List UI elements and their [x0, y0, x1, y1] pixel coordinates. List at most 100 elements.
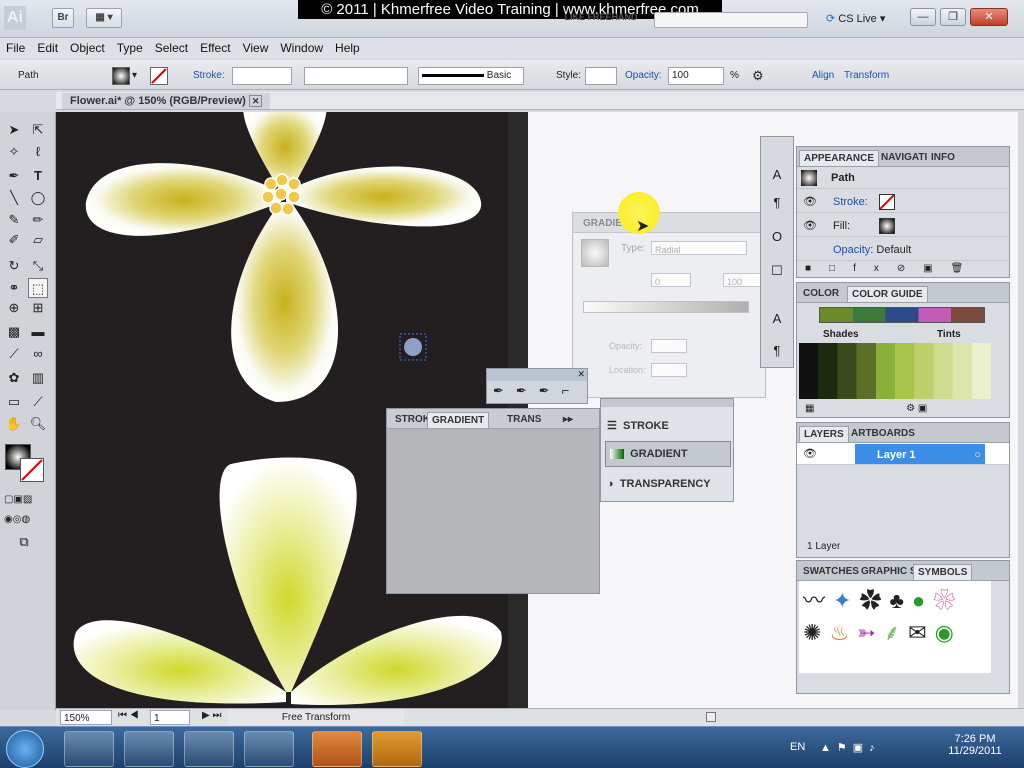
document-tab[interactable]: Flower.ai* @ 150% (RGB/Preview) ✕ [62, 93, 271, 109]
style-field[interactable] [585, 67, 617, 85]
symbol-swirl-icon[interactable]: 〰 [803, 588, 833, 613]
stroke-none-swatch[interactable] [879, 194, 895, 210]
line-tool-icon[interactable]: ╲ [4, 188, 24, 208]
visibility-eye-icon[interactable]: 👁︎ [803, 215, 817, 237]
appearance-row-fill[interactable]: 👁︎ Fill: [797, 215, 1009, 237]
gradient-tool-icon[interactable]: ▬ [28, 322, 48, 342]
visibility-eye-icon[interactable]: 👁︎ [803, 191, 817, 213]
appearance-stroke-label[interactable]: Stroke: [833, 196, 868, 208]
zoom-tool-icon[interactable]: 🔍︎ [28, 414, 48, 434]
media-player-icon[interactable] [184, 731, 234, 767]
brush-definition-field[interactable]: Basic [418, 67, 524, 85]
tab-graphic-styles[interactable]: GRAPHIC S [857, 564, 921, 580]
menu-help[interactable]: Help [329, 38, 366, 58]
tearoff-titlebar[interactable] [487, 369, 587, 381]
menu-object[interactable]: Object [64, 38, 111, 58]
menu-effect[interactable]: Effect [194, 38, 236, 58]
first-page-icon[interactable]: ⏮ ◀ [118, 710, 139, 721]
gradient-slider[interactable] [583, 301, 749, 313]
opacity-label[interactable]: Opacity: [625, 67, 662, 85]
color-variations-grid[interactable] [799, 343, 991, 399]
ellipse-tool-icon[interactable]: ◯ [28, 188, 48, 208]
media-classic-icon[interactable] [244, 731, 294, 767]
fill-gradient-swatch[interactable] [879, 218, 895, 234]
appearance-row-opacity[interactable]: Opacity: Default [797, 239, 1009, 261]
symbol-dot-icon[interactable]: ✺ [803, 620, 829, 645]
cs-live-button[interactable]: ⟳ CS Live ▾ [826, 10, 908, 28]
symbol-apple-icon[interactable]: ● [912, 588, 933, 613]
internet-explorer-icon[interactable] [64, 731, 114, 767]
menu-select[interactable]: Select [149, 38, 194, 58]
next-page-icon[interactable]: ▶ ⏭ [202, 710, 221, 721]
tab-info[interactable]: INFO [927, 150, 959, 166]
arrange-documents-button[interactable]: ▦ ▾ [86, 8, 122, 28]
transform-link[interactable]: Transform [844, 67, 889, 85]
start-button[interactable] [6, 730, 44, 768]
harmony-colors-bar[interactable] [819, 307, 985, 323]
workspace-switcher[interactable]: LIKE FREEHAND [548, 12, 654, 28]
stroke-weight-field[interactable] [232, 67, 292, 85]
current-tool-label[interactable]: Free Transform [228, 710, 404, 725]
close-icon[interactable]: ✕ [577, 369, 585, 380]
align-link[interactable]: Align [812, 67, 834, 85]
blob-brush-tool-icon[interactable]: ✐ [4, 230, 24, 250]
paintbrush-tool-icon[interactable]: ✎ [4, 210, 24, 230]
type-tool-icon[interactable]: T [28, 166, 48, 186]
symbol-grapes-icon[interactable]: ♣ [889, 588, 911, 613]
target-icon[interactable]: ○ [974, 444, 981, 466]
symbol-sprayer-tool-icon[interactable]: ✿ [4, 368, 24, 388]
floating-gradient-panel[interactable]: STROK GRADIENT TRANS ▸▸ [386, 408, 600, 594]
color-mode-icons[interactable]: ▢▣▨ [4, 490, 32, 510]
illustrator-taskbar-icon[interactable] [372, 731, 422, 767]
stroke-color-box[interactable] [20, 458, 44, 482]
symbol-envelope-icon[interactable]: ✉ [908, 620, 934, 645]
direct-selection-tool-icon[interactable]: ⇱ [28, 120, 48, 140]
color-guide-footer-icons[interactable]: ▦ ⚙ ▣ [805, 403, 927, 414]
search-input[interactable] [654, 12, 808, 28]
clock[interactable]: 7:26 PM 11/29/2011 [948, 733, 1002, 757]
appearance-opacity-label[interactable]: Opacity: [833, 244, 873, 256]
opentype-icon[interactable]: O [767, 227, 787, 247]
gradient-angle-field[interactable]: 0 [651, 273, 691, 287]
appearance-footer-icons[interactable]: ■□fx⊘▣🗑︎ [805, 263, 981, 274]
menu-type[interactable]: Type [111, 38, 149, 58]
pen-tool-icons[interactable]: ✒✒✒⌐ [493, 383, 581, 399]
eyedropper-tool-icon[interactable]: ⟋ [4, 344, 24, 364]
close-button[interactable]: ✕ [970, 8, 1008, 26]
symbols-grid[interactable]: 〰✦✿♣●❀ ✺♨➳⸙✉◉ [799, 581, 991, 673]
pen-tool-icon[interactable]: ✒ [4, 166, 24, 186]
pencil-tool-icon[interactable]: ✏ [28, 210, 48, 230]
fill-dropdown[interactable]: ▾ [132, 67, 137, 85]
close-tab-icon[interactable]: ✕ [248, 95, 263, 107]
bridge-taskbar-icon[interactable] [312, 731, 362, 767]
layer-name-highlight[interactable]: Layer 1 ○ [855, 444, 985, 464]
blend-tool-icon[interactable]: ∞ [28, 344, 48, 364]
recolor-icon[interactable]: ⚙ [752, 67, 764, 85]
gradient-aspect-field[interactable]: 100 [723, 273, 763, 287]
gradient-preview-swatch[interactable] [581, 239, 609, 267]
stroke-label[interactable]: Stroke: [193, 67, 225, 85]
eraser-tool-icon[interactable]: ▱ [28, 230, 48, 250]
horizontal-scroll-thumb[interactable] [706, 712, 716, 722]
slice-tool-icon[interactable]: ⟋ [28, 392, 48, 412]
lasso-tool-icon[interactable]: ℓ [28, 142, 48, 162]
tab-symbols[interactable]: SYMBOLS [913, 564, 973, 580]
symbol-fish-icon[interactable]: ✿ [859, 588, 889, 613]
tab-color[interactable]: COLOR [799, 286, 843, 302]
tab-swatches[interactable]: SWATCHES [799, 564, 863, 580]
column-graph-tool-icon[interactable]: ▥ [28, 368, 48, 388]
symbol-fish2-icon[interactable]: ➳ [857, 620, 883, 645]
gradient-location-field[interactable] [651, 363, 687, 377]
scale-tool-icon[interactable]: ⤡ [28, 256, 48, 276]
symbol-cart-icon[interactable]: ◉ [935, 620, 962, 645]
fill-swatch[interactable] [112, 67, 130, 85]
magic-wand-tool-icon[interactable]: ✧ [4, 142, 24, 162]
artboard-number-field[interactable]: 1 [150, 710, 190, 725]
menu-view[interactable]: View [237, 38, 275, 58]
selection-tool-icon[interactable]: ➤ [4, 120, 24, 140]
minimize-button[interactable]: — [910, 8, 936, 26]
file-explorer-icon[interactable] [124, 731, 174, 767]
symbol-butterfly-icon[interactable]: ✦ [833, 588, 859, 613]
system-tray-icons[interactable]: ▲⚑▣♪ [820, 741, 881, 754]
symbol-bamboo-icon[interactable]: ⸙ [884, 620, 909, 645]
